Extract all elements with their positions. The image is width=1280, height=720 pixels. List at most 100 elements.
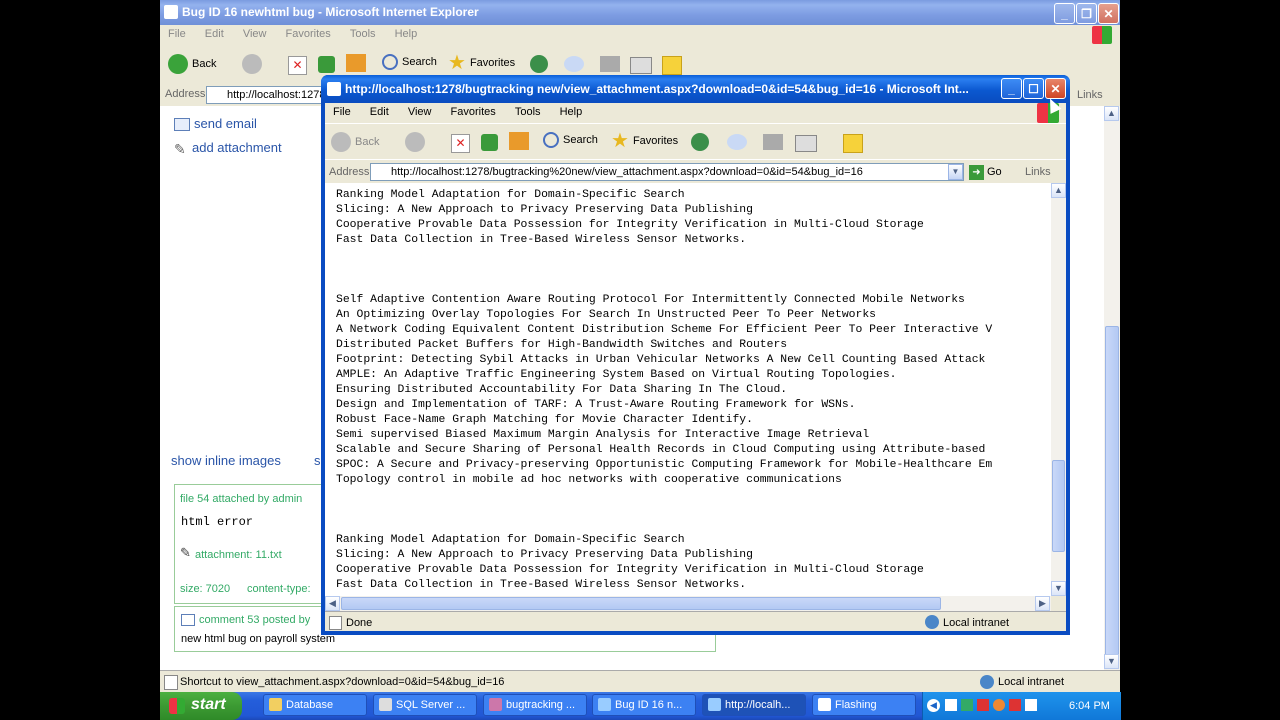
truncated-link[interactable]: s: [314, 453, 321, 468]
forward-arrow-icon: [242, 54, 262, 74]
popup-titlebar[interactable]: http://localhost:1278/bugtracking new/vi…: [321, 75, 1070, 103]
maximize-button[interactable]: ❐: [1076, 3, 1097, 24]
popup-home-icon[interactable]: [509, 132, 529, 150]
send-email-link[interactable]: send email: [194, 116, 257, 131]
email-icon: [174, 118, 190, 131]
back-button[interactable]: Back: [168, 54, 216, 74]
mail-icon[interactable]: [564, 56, 584, 72]
address-input[interactable]: http://localhost:1278: [206, 86, 326, 104]
ie-icon: [164, 5, 178, 19]
popup-hscroll-thumb[interactable]: [341, 597, 941, 610]
tray-arrow-icon[interactable]: ◀: [927, 699, 940, 712]
content-line: Footprint: Detecting Sybil Attacks in Ur…: [336, 354, 986, 366]
popup-menu-view[interactable]: View: [408, 106, 432, 118]
links-label[interactable]: Links: [1077, 89, 1103, 101]
tray-icon-4[interactable]: [993, 699, 1005, 711]
taskbar-database[interactable]: Database: [263, 694, 367, 716]
popup-zone-text: Local intranet: [943, 617, 1010, 629]
tray-icon-1[interactable]: [945, 699, 957, 711]
stop-icon[interactable]: ✕: [288, 56, 307, 75]
history-icon[interactable]: [530, 55, 548, 73]
popup-links-label[interactable]: Links: [1025, 166, 1051, 178]
popup-menu-help[interactable]: Help: [560, 106, 583, 118]
back-window-titlebar[interactable]: Bug ID 16 newhtml bug - Microsoft Intern…: [160, 0, 1120, 25]
back-menubar: File Edit View Favorites Tools Help: [160, 25, 1120, 44]
popup-address-label: Address: [329, 166, 370, 178]
home-icon[interactable]: [346, 54, 366, 72]
taskbar-bug-id[interactable]: Bug ID 16 n...: [592, 694, 696, 716]
content-line: [336, 518, 992, 533]
tray-icon-3[interactable]: [977, 699, 989, 711]
taskbar-flashing[interactable]: Flashing: [812, 694, 916, 716]
refresh-icon[interactable]: [318, 56, 335, 73]
popup-minimize-button[interactable]: _: [1001, 78, 1022, 99]
taskbar-sql-server[interactable]: SQL Server ...: [373, 694, 477, 716]
comment-text: new html bug on payroll system: [181, 633, 336, 645]
popup-horizontal-scrollbar[interactable]: ◀ ▶: [325, 596, 1051, 611]
popup-menu-favorites[interactable]: Favorites: [451, 106, 496, 118]
start-button[interactable]: start: [160, 692, 242, 720]
go-button[interactable]: ➜ Go: [969, 164, 1002, 180]
scroll-thumb[interactable]: [1105, 326, 1119, 656]
show-inline-images-link[interactable]: show inline images: [171, 453, 281, 468]
attachment-line1: html error: [181, 515, 254, 529]
tray-icon-2[interactable]: [961, 699, 973, 711]
tray-icon-5[interactable]: [1009, 699, 1021, 711]
popup-notes-icon[interactable]: [843, 134, 863, 153]
menu-tools[interactable]: Tools: [350, 28, 376, 40]
taskbar-bugtracking[interactable]: bugtracking ...: [483, 694, 587, 716]
content-line: [336, 248, 992, 263]
back-vertical-scrollbar[interactable]: ▲ ▼: [1104, 106, 1120, 670]
menu-edit[interactable]: Edit: [205, 28, 224, 40]
taskbar-localhost[interactable]: http://localh...: [702, 694, 806, 716]
edit-icon[interactable]: [630, 57, 652, 74]
popup-stop-icon[interactable]: ✕: [451, 134, 470, 153]
popup-menu-edit[interactable]: Edit: [370, 106, 389, 118]
content-line: Ranking Model Adaptation for Domain-Spec…: [336, 534, 685, 546]
menu-file[interactable]: File: [168, 28, 186, 40]
print-icon[interactable]: [600, 56, 620, 72]
popup-menu-tools[interactable]: Tools: [515, 106, 541, 118]
popup-scroll-thumb[interactable]: [1052, 460, 1065, 552]
popup-scroll-right-icon[interactable]: ▶: [1035, 596, 1050, 611]
popup-vertical-scrollbar[interactable]: ▲ ▼: [1051, 183, 1066, 596]
add-attachment-link[interactable]: add attachment: [192, 140, 282, 155]
popup-history-icon[interactable]: [691, 133, 709, 151]
popup-scroll-left-icon[interactable]: ◀: [325, 596, 340, 611]
search-button[interactable]: Search: [382, 54, 437, 70]
forward-button[interactable]: [242, 54, 262, 74]
favorites-button[interactable]: ★ Favorites: [448, 53, 515, 73]
scroll-up-icon[interactable]: ▲: [1104, 106, 1119, 121]
popup-favorites-button[interactable]: ★ Favorites: [611, 131, 678, 151]
clock[interactable]: 6:04 PM: [1069, 700, 1110, 712]
notes-icon[interactable]: [662, 56, 682, 75]
attachment-name[interactable]: attachment: 11.txt: [195, 549, 282, 561]
popup-menu-file[interactable]: File: [333, 106, 351, 118]
scroll-down-icon[interactable]: ▼: [1104, 654, 1119, 669]
popup-mail-icon[interactable]: [727, 134, 747, 150]
address-dropdown[interactable]: ▼: [948, 164, 963, 180]
popup-maximize-button[interactable]: ☐: [1023, 78, 1044, 99]
attachment-size: size: 7020: [180, 583, 231, 595]
content-line: Fast Data Collection in Tree-Based Wirel…: [336, 234, 747, 246]
popup-scroll-down-icon[interactable]: ▼: [1051, 581, 1066, 596]
popup-back-button[interactable]: Back: [331, 132, 379, 152]
close-button[interactable]: ✕: [1098, 3, 1119, 24]
popup-search-icon: [543, 132, 559, 148]
popup-search-button[interactable]: Search: [543, 132, 598, 148]
popup-scroll-up-icon[interactable]: ▲: [1051, 183, 1066, 198]
content-line: [336, 488, 992, 503]
content-line: AMPLE: An Adaptive Traffic Engineering S…: [336, 369, 897, 381]
menu-help[interactable]: Help: [395, 28, 418, 40]
popup-print-icon[interactable]: [763, 134, 783, 150]
popup-address-input[interactable]: http://localhost:1278/bugtracking%20new/…: [370, 163, 964, 181]
page-icon: [164, 675, 178, 690]
popup-forward-arrow-icon[interactable]: [405, 132, 425, 152]
minimize-button[interactable]: _: [1054, 3, 1075, 24]
popup-edit-icon[interactable]: [795, 135, 817, 152]
tray-icon-6[interactable]: [1025, 699, 1037, 711]
popup-refresh-icon[interactable]: [481, 134, 498, 151]
menu-favorites[interactable]: Favorites: [286, 28, 331, 40]
menu-view[interactable]: View: [243, 28, 267, 40]
back-window-title: Bug ID 16 newhtml bug - Microsoft Intern…: [182, 5, 479, 19]
